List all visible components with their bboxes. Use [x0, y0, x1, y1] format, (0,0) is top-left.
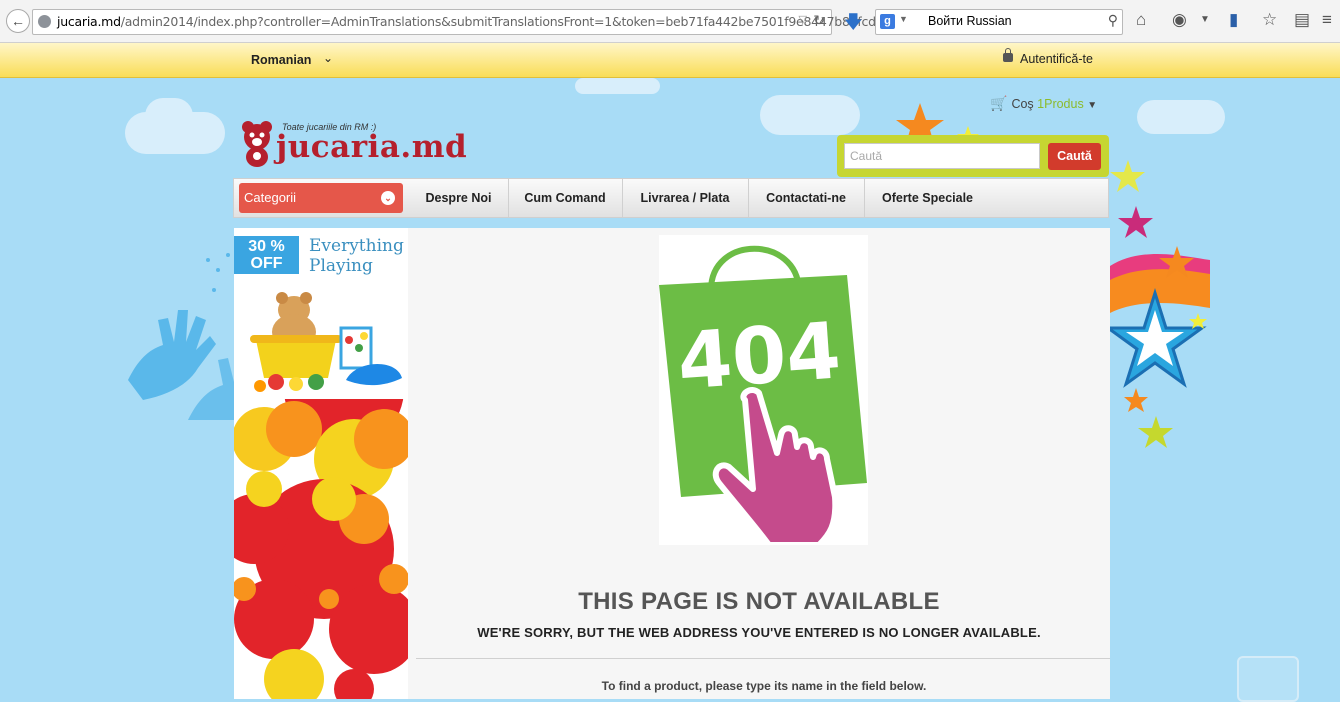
toys-image — [250, 292, 402, 392]
divider — [416, 658, 1110, 659]
search-hint: To find a product, please type its name … — [601, 679, 927, 693]
magnifier-icon[interactable]: ⚲ — [1108, 12, 1118, 29]
login-link[interactable]: Autentifică-te — [1020, 52, 1093, 66]
addon-dropdown-icon[interactable]: ▼ — [1200, 14, 1210, 25]
reading-list-icon[interactable]: ▤ — [1294, 10, 1310, 30]
bookmark-book-icon[interactable]: ▮ — [1229, 10, 1238, 30]
promo-title: Everything Playing — [309, 236, 404, 276]
promo-banner[interactable]: 30 % OFF Everything Playing — [234, 228, 408, 399]
nav-item-despre-noi[interactable]: Despre Noi — [409, 179, 509, 217]
main-navigation: Categorii ⌄ Despre Noi Cum Comand Livrar… — [233, 178, 1109, 218]
nav-item-cum-comand[interactable]: Cum Comand — [508, 179, 623, 217]
search-button[interactable]: Caută — [1048, 143, 1101, 170]
cart-label: Coş — [1011, 97, 1034, 111]
cart-summary[interactable]: 🛒 Coş 1Produs ▼ — [990, 95, 1097, 112]
discount-percent: 30 % — [248, 238, 285, 255]
cloud-decoration — [145, 98, 193, 134]
site-top-bar: Romanian ⌄ Autentifică-te — [0, 43, 1340, 78]
url-dropdown-icon[interactable]: ▽ — [799, 13, 807, 26]
discount-badge: 30 % OFF — [234, 236, 299, 274]
categories-dropdown[interactable]: Categorii ⌄ — [239, 183, 403, 213]
lock-icon — [1003, 48, 1013, 62]
star-icon[interactable]: ☆ — [1262, 10, 1277, 30]
nav-item-oferte-speciale[interactable]: Oferte Speciale — [864, 179, 991, 217]
address-bar[interactable]: jucaria.md/admin2014/index.php?controlle… — [32, 9, 899, 35]
browser-search-box[interactable]: g ▼ Войти Russian ⚲ — [875, 9, 1123, 35]
reload-icon[interactable]: ↻ — [813, 12, 825, 29]
floating-widget[interactable] — [1237, 656, 1299, 702]
cloud-decoration — [760, 95, 860, 135]
browser-search-text[interactable]: Войти Russian — [928, 14, 1012, 28]
main-content: 404 THIS PAGE IS NOT AVAILABLE WE'RE SOR… — [408, 228, 1110, 699]
teddy-bear-logo-icon — [242, 121, 272, 167]
discount-off: OFF — [250, 255, 283, 272]
error-subtitle: WE'RE SORRY, BUT THE WEB ADDRESS YOU'VE … — [477, 625, 1041, 640]
search-input[interactable] — [844, 143, 1040, 169]
cart-icon: 🛒 — [990, 95, 1008, 111]
language-selector[interactable]: Romanian — [251, 53, 311, 67]
browser-toolbar: ← jucaria.md/admin2014/index.php?control… — [0, 0, 1340, 43]
chevron-down-icon[interactable]: ⌄ — [323, 51, 333, 65]
url-path: /admin2014/index.php?controller=AdminTra… — [120, 14, 899, 29]
error-404-image: 404 — [659, 235, 868, 548]
url-domain: jucaria.md — [57, 14, 121, 29]
nav-item-livrarea-plata[interactable]: Livrarea / Plata — [622, 179, 749, 217]
cart-dropdown-icon[interactable]: ▼ — [1087, 100, 1097, 111]
back-arrow-icon[interactable]: ← — [6, 9, 30, 33]
promo-title-line2: Playing — [309, 256, 373, 276]
logo-text: jucaria.md — [276, 129, 468, 165]
nav-item-contactati-ne[interactable]: Contactati-ne — [748, 179, 865, 217]
promo-title-line1: Everything — [309, 236, 404, 256]
cart-count: 1Produs — [1037, 97, 1084, 111]
download-icon[interactable]: 🡇 — [844, 10, 863, 40]
cloud-decoration — [575, 78, 660, 94]
url-text: jucaria.md/admin2014/index.php?controlle… — [57, 14, 899, 29]
home-icon[interactable]: ⌂ — [1136, 10, 1146, 30]
addon-eye-icon[interactable]: ◉ — [1172, 10, 1187, 30]
google-icon[interactable]: g — [880, 14, 895, 29]
error-title: THIS PAGE IS NOT AVAILABLE — [578, 588, 940, 615]
handprint-decoration — [128, 253, 238, 420]
site-search-box: Caută — [837, 135, 1109, 177]
menu-icon[interactable]: ≡ — [1322, 10, 1332, 30]
chevron-down-icon: ⌄ — [381, 191, 395, 205]
paint-splash-decoration — [234, 399, 408, 699]
globe-icon — [38, 15, 51, 28]
categories-label: Categorii — [244, 190, 297, 205]
engine-dropdown-icon[interactable]: ▼ — [899, 14, 908, 24]
